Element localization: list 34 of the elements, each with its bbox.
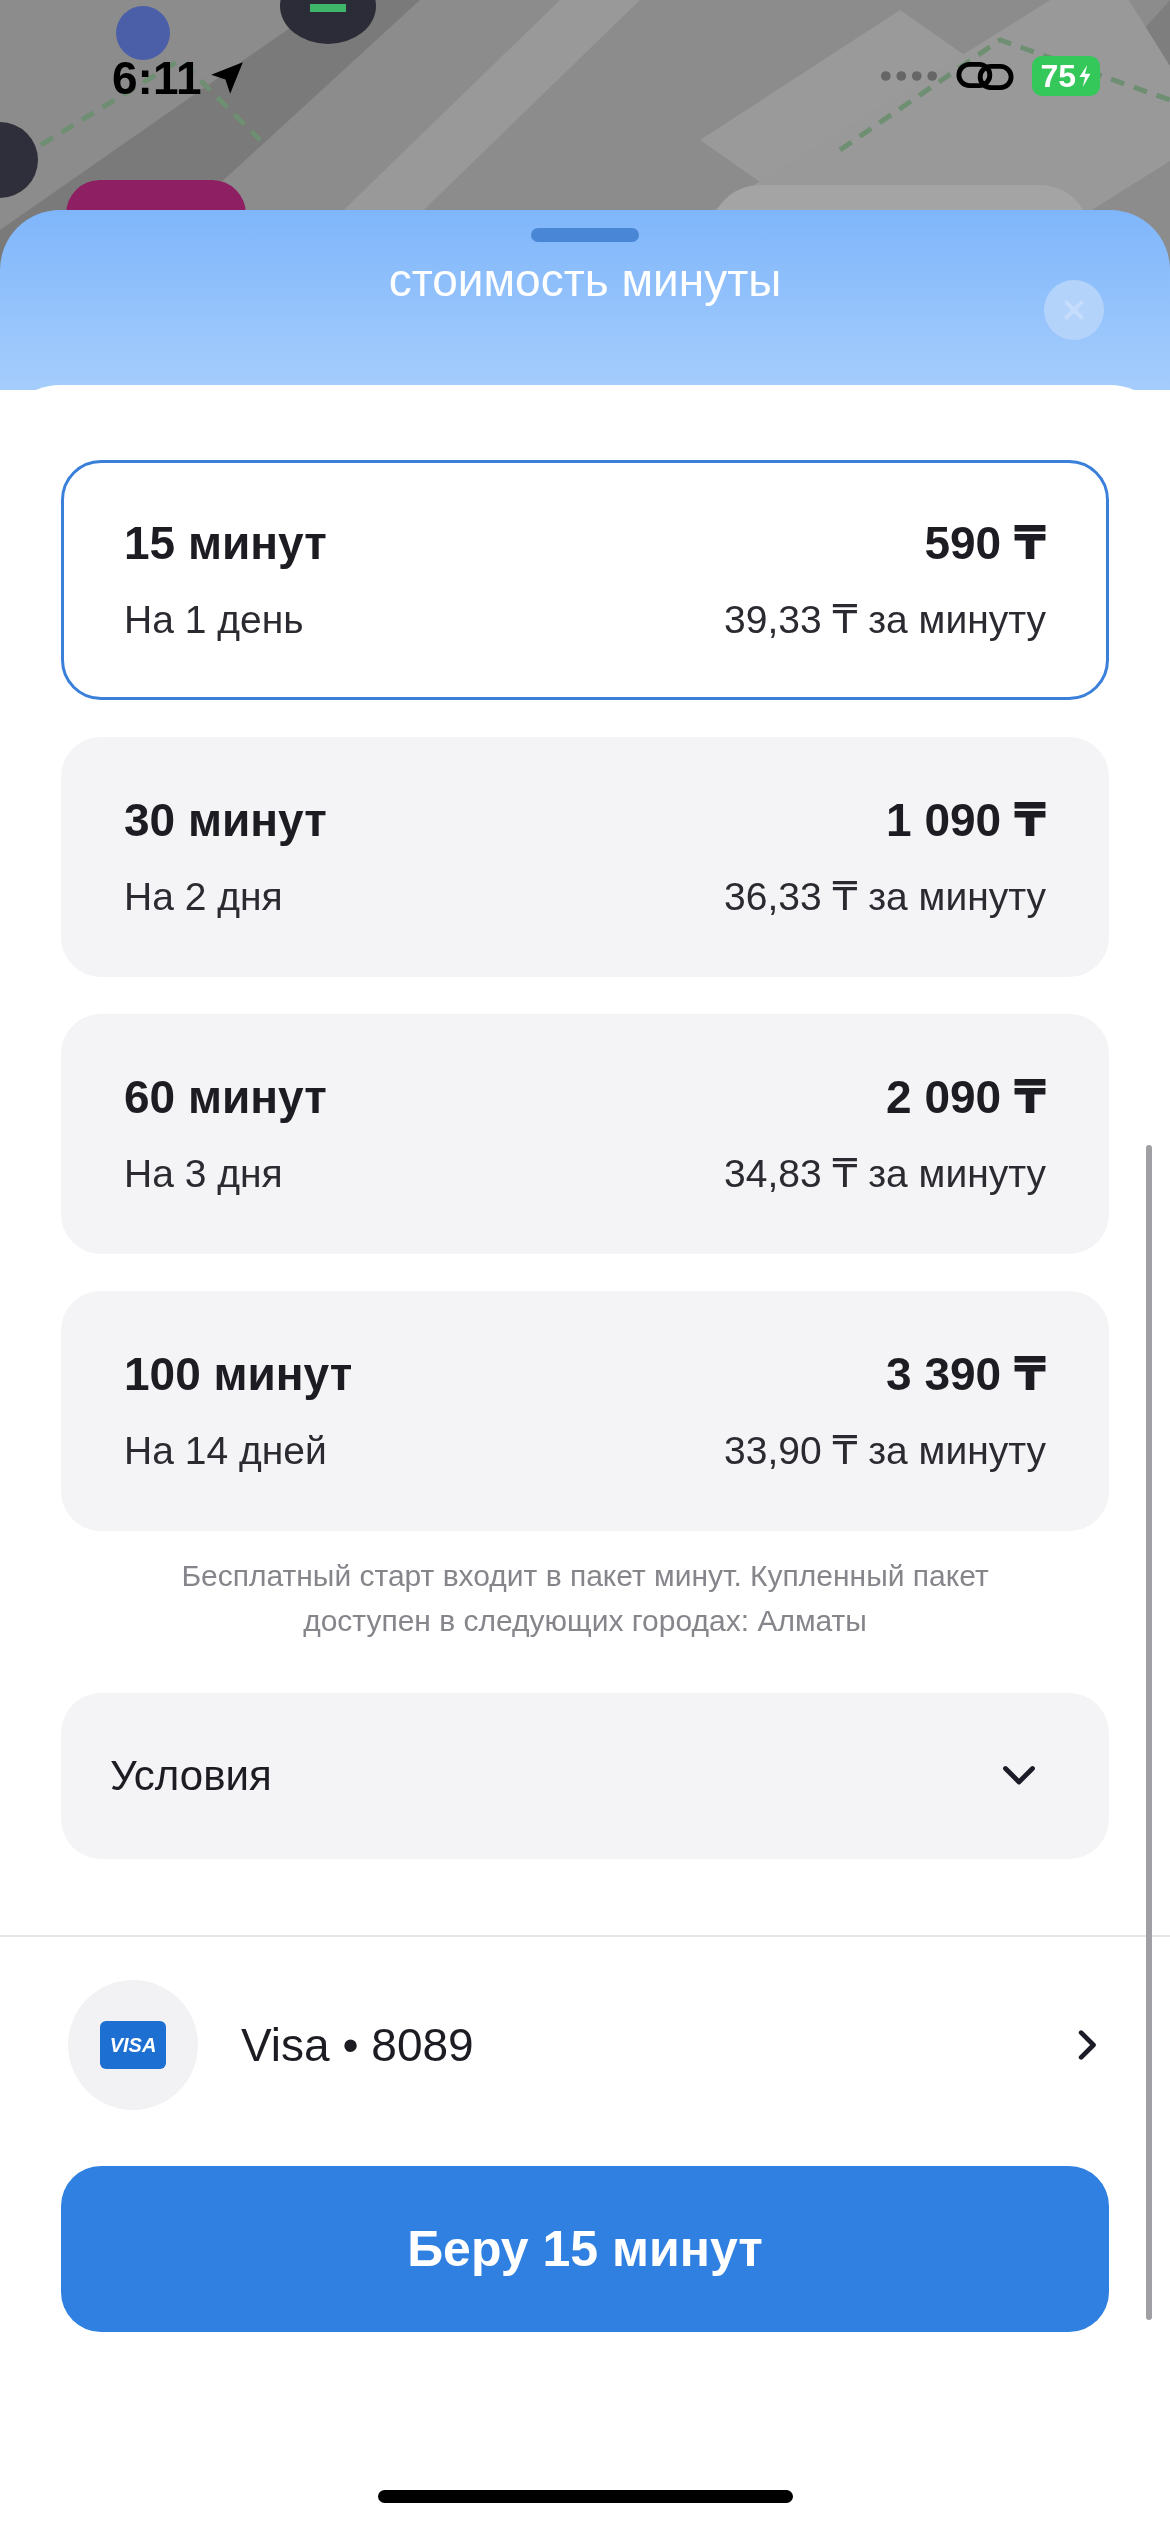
plan-price: 3 390 ₸ — [886, 1347, 1046, 1402]
payment-label: Visa • 8089 — [241, 2018, 475, 2072]
plan-name: 15 минут — [124, 516, 327, 571]
signal-dots-icon — [880, 70, 939, 82]
price-per-minute: 34,83 ₸ за минуту — [724, 1151, 1046, 1197]
sheet-title: стоимость минуты — [388, 253, 782, 308]
plan-price: 1 090 ₸ — [886, 793, 1046, 848]
price-per-minute: 39,33 ₸ за минуту — [724, 597, 1046, 643]
price-per-minute: 33,90 ₸ за минуту — [724, 1428, 1046, 1474]
battery-icon: 75 — [1032, 56, 1100, 96]
plan-period: На 2 дня — [124, 874, 283, 920]
plan-period: На 1 день — [124, 597, 304, 643]
scroll-bar[interactable] — [1146, 1145, 1152, 2320]
chevron-right-icon — [1077, 2028, 1099, 2062]
status-time: 6:11 — [112, 52, 202, 104]
conditions-accordion[interactable]: Условия — [61, 1693, 1109, 1859]
plan-price: 590 ₸ — [924, 516, 1046, 571]
payment-method-row[interactable]: VISA Visa • 8089 — [68, 1937, 1109, 2153]
price-per-minute: 36,33 ₸ за минуту — [724, 874, 1046, 920]
buy-button[interactable]: Беру 15 минут — [61, 2166, 1109, 2332]
plan-option[interactable]: 30 минут 1 090 ₸ На 2 дня 36,33 ₸ за минуту — [61, 737, 1109, 977]
plan-option[interactable]: 15 минут 590 ₸ На 1 день 39,33 ₸ за минуту — [61, 460, 1109, 700]
plan-name: 60 минут — [124, 1070, 327, 1125]
note-text: Бесплатный старт входит в пакет минут. Купленный пакет доступен в следующих городах: Алматы — [180, 1558, 990, 1639]
conditions-label: Условия — [110, 1752, 272, 1800]
plan-name: 100 минут — [124, 1347, 353, 1402]
plan-name: 30 минут — [124, 793, 327, 848]
plan-option[interactable]: 60 минут 2 090 ₸ На 3 дня 34,83 ₸ за минуту — [61, 1014, 1109, 1254]
visa-logo: VISA — [99, 2021, 167, 2069]
plan-period: На 14 дней — [124, 1428, 327, 1474]
plan-price: 2 090 ₸ — [886, 1070, 1046, 1125]
plan-option[interactable]: 100 минут 3 390 ₸ На 14 дней 33,90 ₸ за минуту — [61, 1291, 1109, 1531]
plan-period: На 3 дня — [124, 1151, 283, 1197]
drag-handle[interactable] — [531, 228, 639, 242]
